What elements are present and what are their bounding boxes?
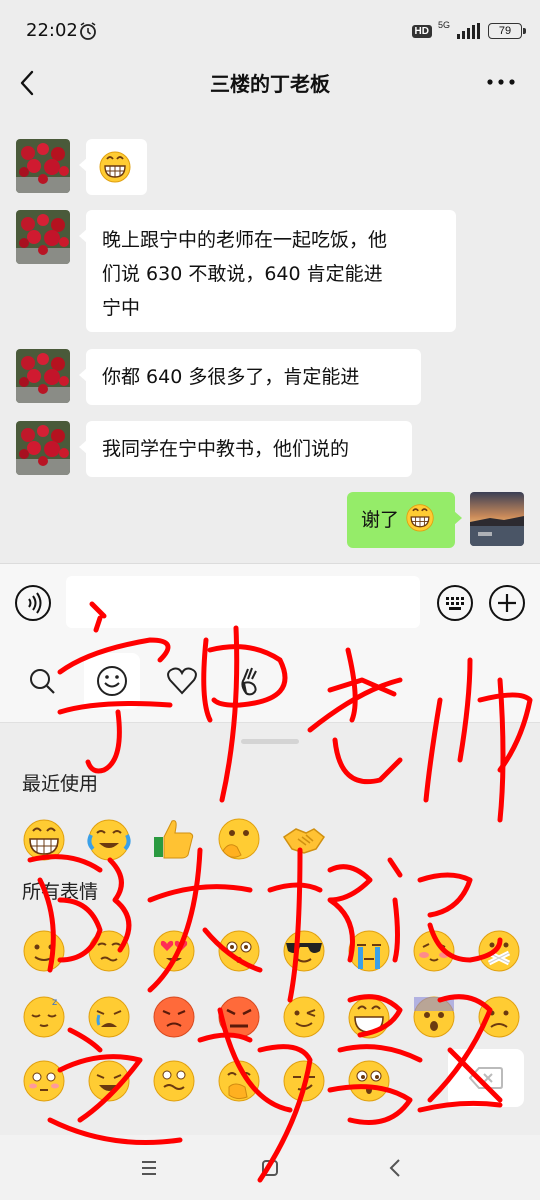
svg-text:z: z xyxy=(52,997,57,1008)
worried-emoji-icon[interactable] xyxy=(85,927,133,975)
chat-header: 三楼的丁老板 xyxy=(0,60,540,110)
tab-emoji[interactable] xyxy=(84,653,140,709)
gesture-icon xyxy=(241,667,257,696)
cool-emoji-icon[interactable] xyxy=(280,927,328,975)
status-indicators: HD 5G 79 xyxy=(411,19,526,42)
smile-emoji-icon[interactable] xyxy=(20,927,68,975)
scared-emoji-icon[interactable] xyxy=(410,993,458,1041)
shy-emoji-icon[interactable] xyxy=(410,927,458,975)
contact-avatar[interactable] xyxy=(16,139,70,193)
back-icon[interactable] xyxy=(380,1153,410,1183)
grin-emoji-icon xyxy=(406,504,434,532)
all-section-title: 所有表情 xyxy=(22,881,99,903)
grin-emoji-icon[interactable] xyxy=(20,815,68,863)
sleepy-emoji-icon[interactable]: z xyxy=(20,993,68,1041)
my-avatar[interactable] xyxy=(470,492,524,546)
hd-badge: HD xyxy=(411,24,432,38)
surprised-emoji-icon[interactable] xyxy=(345,1057,393,1105)
delete-button[interactable] xyxy=(448,1049,524,1107)
plus-icon[interactable] xyxy=(488,584,526,622)
furious-emoji-icon[interactable] xyxy=(215,993,263,1041)
status-time: 22:02 xyxy=(26,20,78,41)
peek-emoji-icon[interactable] xyxy=(215,815,263,863)
recent-section-title: 最近使用 xyxy=(22,773,99,795)
tab-favorites[interactable] xyxy=(154,653,210,709)
menu-icon[interactable] xyxy=(134,1153,164,1183)
more-dots-icon[interactable] xyxy=(486,72,516,92)
search-icon xyxy=(30,669,55,694)
wink-emoji-icon[interactable] xyxy=(280,993,328,1041)
cover-mouth-emoji-icon[interactable] xyxy=(215,1057,263,1105)
message-text: 你都 640 多很多了，肯定能进 xyxy=(102,366,360,388)
contact-avatar[interactable] xyxy=(16,421,70,475)
tab-stickers[interactable] xyxy=(224,653,280,709)
sob-emoji-icon[interactable] xyxy=(85,993,133,1041)
crying-emoji-icon[interactable] xyxy=(345,927,393,975)
message-line: 晚上跟宁中的老师在一起吃饭，他 xyxy=(102,229,388,251)
alarm-icon xyxy=(80,22,96,40)
grin-emoji-icon[interactable] xyxy=(345,993,393,1041)
grin-emoji-icon xyxy=(99,151,131,183)
system-nav-bar xyxy=(0,1135,540,1200)
heart-eyes-emoji-icon[interactable] xyxy=(150,927,198,975)
tears-laugh-emoji-icon[interactable] xyxy=(85,1057,133,1105)
status-bar: 22:02 HD 5G 79 xyxy=(0,0,540,60)
my-message-bubble[interactable]: 谢了 xyxy=(347,492,462,548)
emoji-panel: 最近使用 所有表情 z xyxy=(0,723,540,1135)
message-text: 谢了 xyxy=(361,509,400,531)
chat-title: 三楼的丁老板 xyxy=(210,72,330,96)
drag-handle[interactable] xyxy=(241,739,299,744)
keyboard-icon[interactable] xyxy=(436,584,474,622)
smirk-emoji-icon[interactable] xyxy=(280,1057,328,1105)
tab-search[interactable] xyxy=(14,653,70,709)
message-line: 们说 630 不敢说，640 肯定能进 xyxy=(102,263,383,285)
heart-icon xyxy=(167,667,197,695)
input-bar xyxy=(0,563,540,641)
signal-icon xyxy=(457,23,480,39)
message-line: 宁中 xyxy=(102,297,141,319)
frown-emoji-icon[interactable] xyxy=(475,993,523,1041)
contact-avatar[interactable] xyxy=(16,349,70,403)
embarrassed-emoji-icon[interactable] xyxy=(20,1057,68,1105)
battery-icon: 79 xyxy=(488,23,526,39)
contact-avatar[interactable] xyxy=(16,210,70,264)
dazed-emoji-icon[interactable] xyxy=(215,927,263,975)
crazy-emoji-icon[interactable] xyxy=(150,1057,198,1105)
home-icon[interactable] xyxy=(255,1153,285,1183)
handshake-emoji-icon[interactable] xyxy=(280,815,328,863)
mute-emoji-icon[interactable] xyxy=(475,927,523,975)
message-input[interactable] xyxy=(66,576,420,628)
message-bubble[interactable]: 你都 640 多很多了，肯定能进 xyxy=(79,349,421,405)
network-type: 5G xyxy=(437,19,450,30)
crying-laugh-emoji-icon[interactable] xyxy=(85,815,133,863)
backspace-icon xyxy=(469,1067,503,1089)
message-bubble[interactable]: 我同学在宁中教书，他们说的 xyxy=(79,421,412,477)
message-bubble[interactable] xyxy=(79,139,147,195)
angry-red-emoji-icon[interactable] xyxy=(150,993,198,1041)
emoji-tab-bar xyxy=(0,641,540,723)
voice-icon[interactable] xyxy=(14,584,52,622)
message-text: 我同学在宁中教书，他们说的 xyxy=(102,438,350,460)
smiley-icon xyxy=(97,666,127,696)
message-bubble[interactable]: 晚上跟宁中的老师在一起吃饭，他 们说 630 不敢说，640 肯定能进 宁中 xyxy=(79,210,456,332)
thumbs-up-emoji-icon[interactable] xyxy=(150,815,198,863)
